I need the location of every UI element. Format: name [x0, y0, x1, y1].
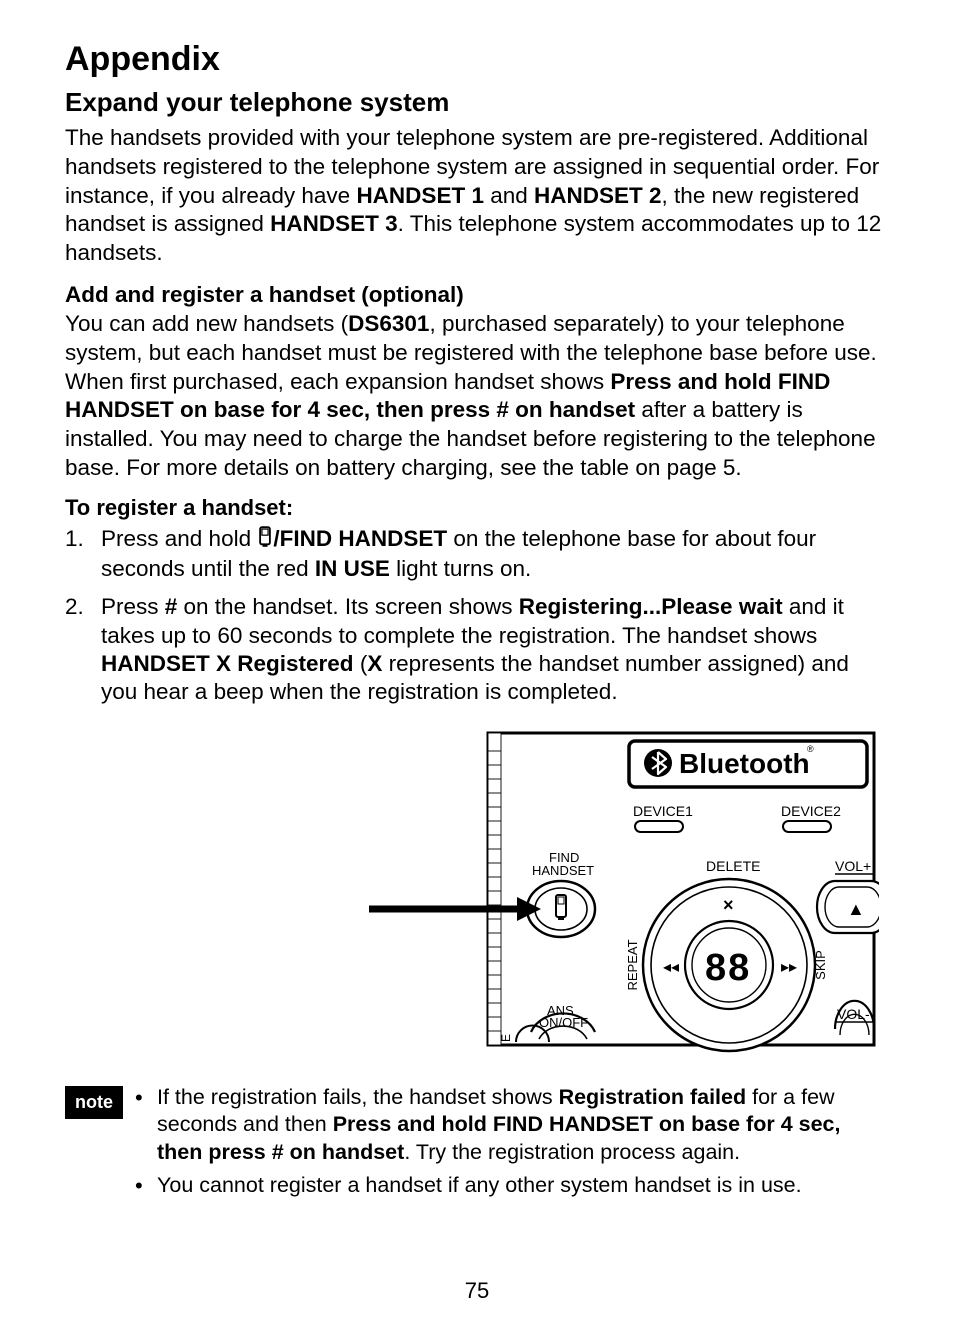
- handset2-label: HANDSET 2: [534, 183, 662, 208]
- skip-label: SKIP: [813, 950, 828, 980]
- note-badge: note: [65, 1086, 123, 1119]
- section-heading-add: Add and register a handset (optional): [65, 282, 889, 308]
- in-use-label: IN USE: [315, 556, 390, 581]
- device2-button[interactable]: [783, 821, 831, 832]
- text: Press: [101, 594, 165, 619]
- note-list: If the registration fails, the handset s…: [135, 1084, 889, 1207]
- text: Press and hold: [101, 526, 257, 551]
- handset1-label: HANDSET 1: [356, 183, 484, 208]
- device1-button[interactable]: [635, 821, 683, 832]
- svg-text:E: E: [499, 1034, 513, 1042]
- find-handset-label: /FIND HANDSET: [273, 526, 447, 551]
- text: . Try the registration process again.: [404, 1140, 740, 1164]
- step-1: 1. Press and hold /FIND HANDSET on the t…: [65, 525, 889, 584]
- handset3-label: HANDSET 3: [270, 211, 398, 236]
- svg-text:®: ®: [807, 744, 814, 754]
- text: and: [484, 183, 534, 208]
- page-number: 75: [0, 1278, 954, 1304]
- step-number: 2.: [65, 593, 101, 706]
- svg-text:HANDSET: HANDSET: [532, 863, 594, 878]
- text: on the handset. Its screen shows: [177, 594, 518, 619]
- x-icon: ×: [723, 895, 734, 915]
- add-paragraph: You can add new handsets (DS6301, purcha…: [65, 310, 889, 483]
- registration-failed-text: Registration failed: [559, 1085, 747, 1109]
- up-arrow-icon: ▲: [847, 899, 865, 919]
- vol-plus-label: VOL+: [835, 858, 871, 874]
- vol-up-button[interactable]: ▲: [817, 881, 879, 933]
- text: If the registration fails, the handset s…: [157, 1085, 559, 1109]
- bluetooth-icon: [644, 749, 672, 777]
- register-heading: To register a handset:: [65, 495, 889, 521]
- step-number: 1.: [65, 525, 101, 584]
- delete-label: DELETE: [706, 858, 760, 874]
- step-2: 2. Press # on the handset. Its screen sh…: [65, 593, 889, 706]
- bluetooth-label: Bluetooth: [679, 748, 810, 779]
- hash-key: #: [165, 594, 178, 619]
- register-steps: 1. Press and hold /FIND HANDSET on the t…: [65, 525, 889, 707]
- note-item-2: You cannot register a handset if any oth…: [135, 1172, 889, 1200]
- section-heading-expand: Expand your telephone system: [65, 87, 889, 118]
- base-station-figure: Bluetooth ® DEVICE1 DEVICE2 FIND HANDSET…: [65, 729, 889, 1066]
- expand-paragraph: The handsets provided with your telephon…: [65, 124, 889, 268]
- text: You cannot register a handset if any oth…: [157, 1172, 802, 1200]
- model-number: DS6301: [348, 311, 429, 336]
- handset-x-registered: HANDSET X Registered: [101, 651, 354, 676]
- repeat-label: REPEAT: [625, 939, 640, 990]
- forward-icon: ▸▸: [781, 959, 797, 976]
- device2-label: DEVICE2: [781, 803, 841, 819]
- text: (: [354, 651, 368, 676]
- text: light turns on.: [390, 556, 531, 581]
- text: You can add new handsets (: [65, 311, 348, 336]
- registering-text: Registering...Please wait: [519, 594, 783, 619]
- note-item-1: If the registration fails, the handset s…: [135, 1084, 889, 1167]
- display-value: 88: [705, 947, 751, 989]
- x-placeholder: X: [367, 651, 382, 676]
- page-title: Appendix: [65, 40, 889, 79]
- device1-label: DEVICE1: [633, 803, 693, 819]
- handset-icon: [257, 526, 273, 555]
- rewind-icon: ◂◂: [663, 959, 679, 976]
